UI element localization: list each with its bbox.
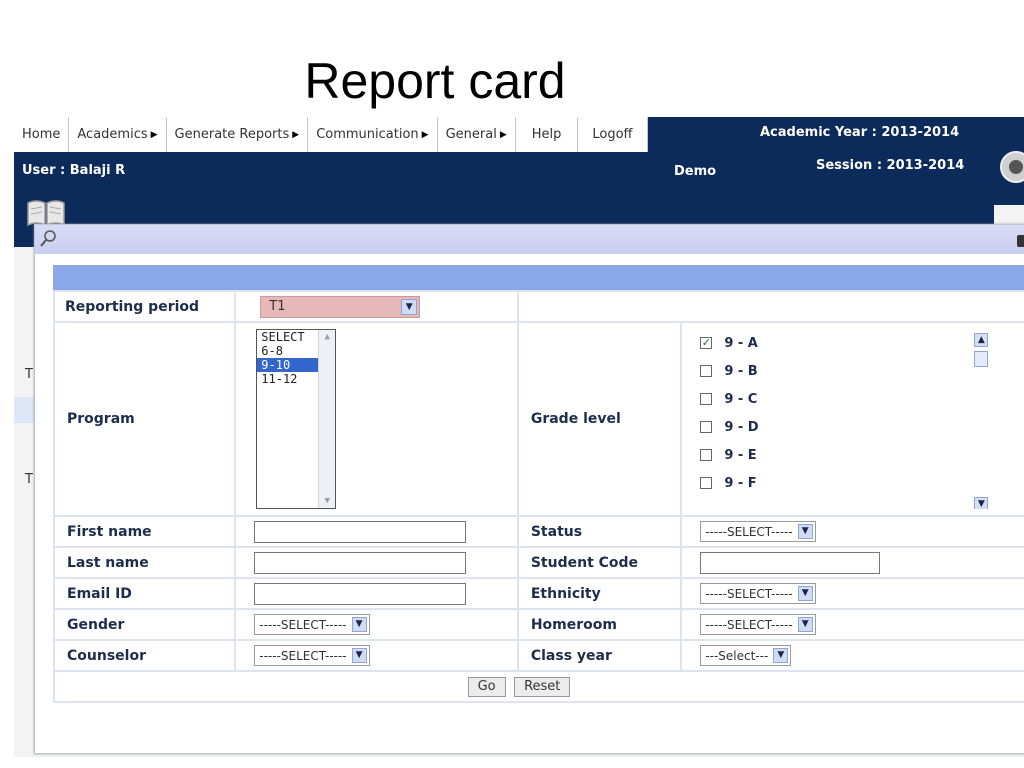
submenu-arrow-icon: ▶ <box>292 129 300 140</box>
report-card-dialog: Reporting period T1 ▼ Program SELECT 6-8… <box>34 224 1024 754</box>
grade-scrollbar[interactable]: ▲ ▼ <box>974 333 991 509</box>
program-option[interactable]: 11-12 <box>257 372 319 386</box>
chevron-down-icon: ▼ <box>773 648 789 663</box>
grade-item[interactable]: 9 - E <box>700 441 990 469</box>
academic-year: Academic Year : 2013-2014 <box>760 125 960 140</box>
chevron-down-icon: ▼ <box>401 298 418 315</box>
search-icon[interactable] <box>39 229 57 249</box>
reset-button[interactable]: Reset <box>514 676 571 697</box>
menu-generate-reports[interactable]: Generate Reports ▶ <box>167 117 309 152</box>
profile-photo-icon <box>1000 151 1024 183</box>
slide-title: Report card <box>304 53 566 109</box>
menu-communication[interactable]: Communication ▶ <box>308 117 438 152</box>
email-input[interactable] <box>254 582 467 605</box>
menu-home[interactable]: Home <box>14 117 70 152</box>
checkbox[interactable] <box>700 421 713 433</box>
counselor-label: Counselor <box>52 639 237 672</box>
checkbox-checked-icon[interactable]: ✓ <box>700 337 713 349</box>
submenu-arrow-icon: ▶ <box>499 129 507 140</box>
reporting-period-label: Reporting period <box>52 290 237 323</box>
current-user: User : Balaji R <box>22 163 126 178</box>
student-code-label: Student Code <box>516 546 683 579</box>
app-window: Home Academics ▶ Generate Reports ▶ Commun… <box>14 117 1024 757</box>
book-icon[interactable] <box>26 197 66 227</box>
class-year-select[interactable]: ---Select--- ▼ <box>700 645 792 666</box>
main-menu: Home Academics ▶ Generate Reports ▶ Commun… <box>14 117 648 152</box>
status-label: Status <box>516 515 683 548</box>
ethnicity-select[interactable]: -----SELECT----- ▼ <box>700 583 816 604</box>
program-scrollbar[interactable]: ▲ ▼ <box>318 330 336 508</box>
gender-select[interactable]: -----SELECT----- ▼ <box>254 614 370 635</box>
checkbox[interactable] <box>700 393 713 405</box>
first-name-input[interactable] <box>254 520 467 543</box>
submenu-arrow-icon: ▶ <box>150 129 158 140</box>
table-row: Program SELECT 6-8 9-10 11-12 ▲ ▼ Grade … <box>52 321 1024 517</box>
scroll-down-icon[interactable]: ▼ <box>974 497 989 509</box>
menu-logoff[interactable]: Logoff <box>578 117 648 152</box>
checkbox[interactable] <box>700 449 713 461</box>
session: Session : 2013-2014 <box>816 158 965 173</box>
dialog-title-bar[interactable] <box>35 225 1024 254</box>
grade-item[interactable]: 9 - B <box>700 357 990 385</box>
chevron-down-icon: ▼ <box>797 617 813 632</box>
submenu-arrow-icon: ▶ <box>421 129 429 140</box>
homeroom-select[interactable]: -----SELECT----- ▼ <box>700 614 816 635</box>
scroll-down-icon[interactable]: ▼ <box>320 494 334 508</box>
filter-form: Reporting period T1 ▼ Program SELECT 6-8… <box>52 265 1024 703</box>
last-name-input[interactable] <box>254 551 467 574</box>
ethnicity-label: Ethnicity <box>516 577 683 610</box>
homeroom-label: Homeroom <box>516 608 683 641</box>
counselor-select[interactable]: -----SELECT----- ▼ <box>254 645 370 666</box>
table-row: First name Status -----SELECT----- ▼ <box>52 515 1024 548</box>
program-option-selected[interactable]: 9-10 <box>257 358 320 372</box>
table-row: Reporting period T1 ▼ <box>52 290 1024 323</box>
button-row: Go Reset <box>53 670 1024 703</box>
grade-item[interactable]: 9 - F <box>700 469 990 497</box>
student-code-input[interactable] <box>700 551 881 574</box>
grade-item[interactable]: 9 - D <box>700 413 990 441</box>
status-select[interactable]: -----SELECT----- ▼ <box>700 521 816 542</box>
table-row: Counselor -----SELECT----- ▼ Class year -… <box>52 639 1024 672</box>
scroll-up-icon[interactable]: ▲ <box>974 333 989 347</box>
grade-level-list: ✓ 9 - A 9 - B 9 - C 9 - D 9 - E 9 - F ▲ ▼ <box>700 329 991 509</box>
menu-help[interactable]: Help <box>516 117 579 152</box>
chevron-down-icon: ▼ <box>351 617 367 632</box>
filter-table: Reporting period T1 ▼ Program SELECT 6-8… <box>52 290 1024 703</box>
program-listbox[interactable]: SELECT 6-8 9-10 11-12 ▲ ▼ <box>256 329 337 509</box>
checkbox[interactable] <box>700 365 713 377</box>
gender-label: Gender <box>52 608 237 641</box>
form-header-strip <box>53 265 1024 290</box>
table-row: Last name Student Code <box>52 546 1024 579</box>
table-row: Gender -----SELECT----- ▼ Homeroom -----S… <box>52 608 1024 641</box>
go-button[interactable]: Go <box>467 676 506 697</box>
table-row: Email ID Ethnicity -----SELECT----- ▼ <box>52 577 1024 610</box>
menu-general[interactable]: General ▶ <box>438 117 516 152</box>
scroll-thumb[interactable] <box>974 351 989 367</box>
chevron-down-icon: ▼ <box>797 586 813 601</box>
last-name-label: Last name <box>52 546 237 579</box>
header-edge <box>994 117 1024 205</box>
checkbox[interactable] <box>700 477 713 489</box>
class-year-label: Class year <box>516 639 683 672</box>
menu-academics[interactable]: Academics ▶ <box>69 117 167 152</box>
reporting-period-select[interactable]: T1 ▼ <box>260 295 421 318</box>
email-label: Email ID <box>52 577 237 610</box>
grade-item[interactable]: ✓ 9 - A <box>700 329 990 357</box>
program-option[interactable]: 6-8 <box>257 344 319 358</box>
chevron-down-icon: ▼ <box>797 524 813 539</box>
sidebar-tab[interactable] <box>14 397 38 423</box>
program-option[interactable]: SELECT <box>257 330 319 344</box>
program-label: Program <box>52 321 237 517</box>
first-name-label: First name <box>52 515 237 548</box>
grade-level-label: Grade level <box>516 321 683 517</box>
grade-item[interactable]: 9 - C <box>700 385 990 413</box>
minimize-icon[interactable] <box>1017 235 1024 247</box>
school-name: Demo <box>674 164 717 179</box>
scroll-up-icon[interactable]: ▲ <box>320 330 334 344</box>
chevron-down-icon: ▼ <box>351 648 367 663</box>
